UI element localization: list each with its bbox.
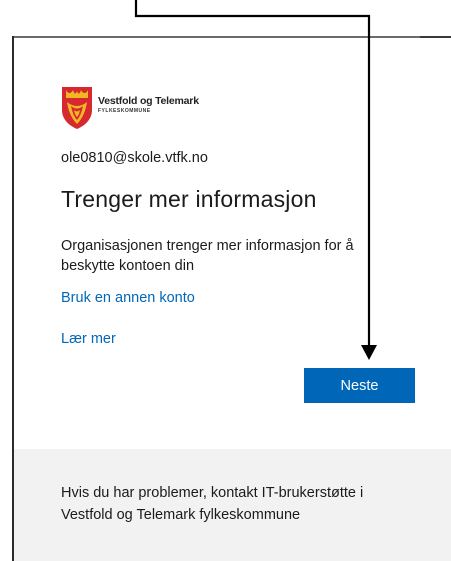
county-coat-of-arms-icon	[62, 87, 92, 129]
logo-name: Vestfold og Telemark	[98, 95, 199, 107]
window-top-border-right	[420, 36, 451, 38]
logo-subtitle: FYLKESKOMMUNE	[98, 108, 151, 114]
window-left-border	[12, 36, 14, 561]
learn-more-link[interactable]: Lær mer	[61, 331, 116, 347]
screen: Vestfold og Telemark FYLKESKOMMUNE ole08…	[0, 0, 451, 561]
next-button[interactable]: Neste	[304, 368, 415, 403]
page-title: Trenger mer informasjon	[61, 186, 317, 212]
window-top-border	[12, 36, 451, 38]
organization-logo: Vestfold og Telemark FYLKESKOMMUNE	[61, 86, 291, 130]
help-text: Hvis du har problemer, kontakt IT-bruker…	[61, 485, 364, 523]
description-text: Organisasjonen trenger mer informasjon f…	[61, 238, 354, 274]
use-another-account-link[interactable]: Bruk en annen konto	[61, 290, 195, 306]
account-email: ole0810@skole.vtfk.no	[61, 150, 208, 166]
